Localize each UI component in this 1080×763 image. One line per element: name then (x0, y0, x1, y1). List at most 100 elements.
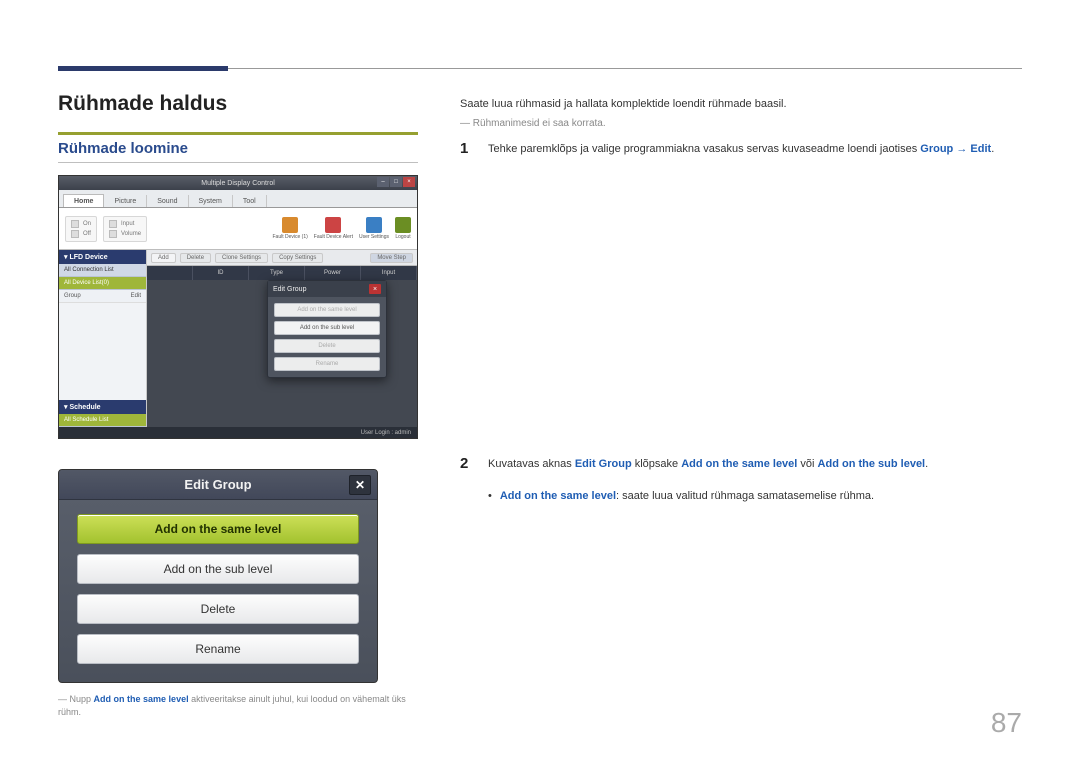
note-dash: ― (460, 118, 470, 129)
step2-editgroup: Edit Group (575, 458, 632, 470)
page-heading: Rühmade haldus (58, 92, 418, 116)
step1-arrow: → (953, 143, 970, 155)
copy-settings-button[interactable]: Copy Settings (272, 253, 323, 263)
sidebar-group-label: Group (64, 293, 81, 299)
screenshot-mdc-app: Multiple Display Control – □ × Home Pict… (58, 175, 418, 439)
step2-mid2: või (797, 458, 817, 470)
add-sub-level-button[interactable]: Add on the sub level (77, 554, 359, 584)
sidebar-header-schedule[interactable]: ▾ Schedule (59, 400, 146, 414)
th-input: Input (361, 266, 417, 280)
move-step-button[interactable]: Move Step (370, 253, 413, 263)
label-on: On (83, 221, 91, 227)
main-panel: Add Delete Clone Settings Copy Settings … (147, 250, 417, 427)
modal-rename-button[interactable]: Rename (274, 357, 380, 371)
step2-after: . (925, 458, 928, 470)
dialog-titlebar: Edit Group ✕ (59, 470, 377, 500)
edit-group-modal-small: Edit Group × Add on the same level Add o… (267, 280, 387, 378)
step-number: 2 (460, 456, 474, 471)
add-same-level-button[interactable]: Add on the same level (77, 514, 359, 544)
note-line: ― Rühmanimesid ei saa korrata. (460, 118, 1022, 129)
modal-add-same-level-button[interactable]: Add on the same level (274, 303, 380, 317)
step-1: 1 Tehke paremklõps ja valige programmiak… (460, 141, 1022, 158)
step1-group-link: Group (920, 143, 953, 155)
bullet-dot: • (488, 490, 492, 502)
window-maximize-icon[interactable]: □ (390, 177, 402, 187)
dialog-title: Edit Group (184, 477, 251, 492)
power-off-icon[interactable] (71, 230, 79, 238)
note-text: Rühmanimesid ei saa korrata. (473, 118, 606, 129)
tab-sound[interactable]: Sound (147, 195, 188, 207)
logout-label: Logout (395, 234, 410, 240)
modal-titlebar: Edit Group × (268, 281, 386, 297)
footnote: ― Nupp Add on the same level aktiveerita… (58, 693, 418, 718)
screenshot-edit-group-dialog: Edit Group ✕ Add on the same level Add o… (58, 469, 378, 683)
ribbon-toolbar: On Off Input Volume Fault Device (1) Fau… (59, 208, 417, 250)
fault-device-button[interactable]: Fault Device (1) (273, 217, 308, 240)
logout-button[interactable]: Logout (395, 217, 411, 240)
modal-title: Edit Group (273, 286, 306, 293)
table-header: ID Type Power Input (147, 266, 417, 280)
step1-edit-link: Edit (970, 143, 991, 155)
modal-add-sub-level-button[interactable]: Add on the sub level (274, 321, 380, 335)
label-volume: Volume (121, 231, 141, 237)
window-minimize-icon[interactable]: – (377, 177, 389, 187)
app-title: Multiple Display Control (201, 180, 275, 187)
th-blank (147, 266, 193, 280)
section-heading: Rühmade loomine (58, 132, 418, 163)
fault-device-icon (282, 217, 298, 233)
tab-picture[interactable]: Picture (104, 195, 147, 207)
th-id: ID (193, 266, 249, 280)
step2-addsame: Add on the same level (681, 458, 797, 470)
step2-mid1: klõpsake (632, 458, 682, 470)
bullet-label: Add on the same level (500, 490, 616, 502)
label-input: Input (121, 221, 134, 227)
tab-system[interactable]: System (189, 195, 233, 207)
power-on-icon[interactable] (71, 220, 79, 228)
footnote-pre: Nupp (70, 694, 94, 704)
dialog-close-icon[interactable]: ✕ (349, 475, 371, 495)
main-tabs: Home Picture Sound System Tool (59, 190, 417, 208)
tab-tool[interactable]: Tool (233, 195, 267, 207)
sidebar-group-row: Group Edit (59, 290, 146, 303)
sidebar: ▾ LFD Device All Connection List All Dev… (59, 250, 147, 427)
fault-alert-button[interactable]: Fault Device Alert (314, 217, 353, 240)
step-number: 1 (460, 141, 474, 156)
sidebar-all-device[interactable]: All Device List(0) (59, 277, 146, 290)
sidebar-edit-link[interactable]: Edit (131, 293, 141, 299)
header-accent (58, 66, 228, 71)
rename-button-large[interactable]: Rename (77, 634, 359, 664)
volume-icon[interactable] (109, 230, 117, 238)
sidebar-all-connection[interactable]: All Connection List (59, 264, 146, 277)
footnote-dash: ― (58, 694, 67, 704)
delete-button-large[interactable]: Delete (77, 594, 359, 624)
step1-text: Tehke paremklõps ja valige programmiakna… (488, 143, 920, 155)
window-close-icon[interactable]: × (403, 177, 415, 187)
bullet-desc: : saate luua valitud rühmaga samatasemel… (616, 490, 874, 502)
step2-addsub: Add on the sub level (818, 458, 926, 470)
bullet-item: • Add on the same level: saate luua vali… (488, 490, 1022, 502)
fault-alert-label: Fault Device Alert (314, 234, 353, 240)
user-settings-icon (366, 217, 382, 233)
user-settings-button[interactable]: User Settings (359, 217, 389, 240)
app-titlebar: Multiple Display Control – □ × (59, 176, 417, 190)
page-number: 87 (991, 707, 1022, 739)
intro-text: Saate luua rühmasid ja hallata komplekti… (460, 98, 1022, 110)
user-settings-label: User Settings (359, 234, 389, 240)
toolgroup-input: Input Volume (103, 216, 147, 242)
fault-device-label: Fault Device (1) (273, 234, 308, 240)
th-type: Type (249, 266, 305, 280)
modal-delete-button[interactable]: Delete (274, 339, 380, 353)
tab-home[interactable]: Home (63, 194, 104, 207)
sidebar-all-schedule[interactable]: All Schedule List (59, 414, 146, 427)
sidebar-header-lfd[interactable]: ▾ LFD Device (59, 250, 146, 264)
footnote-bold: Add on the same level (94, 694, 189, 704)
add-button[interactable]: Add (151, 253, 176, 263)
clone-settings-button[interactable]: Clone Settings (215, 253, 268, 263)
step-2: 2 Kuvatavas aknas Edit Group klõpsake Ad… (460, 456, 1022, 473)
step2-pre: Kuvatavas aknas (488, 458, 575, 470)
step1-after: . (991, 143, 994, 155)
modal-close-icon[interactable]: × (369, 284, 381, 294)
input-icon[interactable] (109, 220, 117, 228)
delete-button[interactable]: Delete (180, 253, 211, 263)
logout-icon (395, 217, 411, 233)
